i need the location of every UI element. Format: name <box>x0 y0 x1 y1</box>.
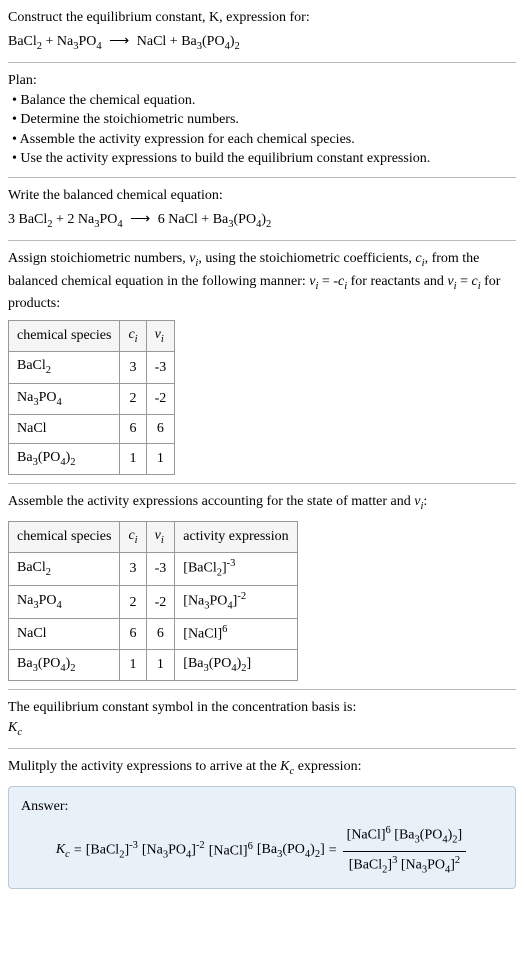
table-row: Na3PO4 2 -2 <box>9 383 175 414</box>
activity-section: Assemble the activity expressions accoun… <box>8 492 516 681</box>
divider <box>8 240 516 241</box>
table-row: NaCl 6 6 [NaCl]6 <box>9 619 298 649</box>
arrow-icon: ⟶ <box>102 34 137 49</box>
balanced-section: Write the balanced chemical equation: 3 … <box>8 186 516 232</box>
arrow-icon: ⟶ <box>123 212 158 227</box>
kc-symbol: Kc <box>8 718 516 740</box>
col-ci: ci <box>120 320 146 351</box>
balanced-equation: 3 BaCl2 + 2 Na3PO4 ⟶ 6 NaCl + Ba3(PO4)2 <box>8 210 516 232</box>
stoich-section: Assign stoichiometric numbers, νi, using… <box>8 249 516 475</box>
plan-bullet-4: • Use the activity expressions to build … <box>8 149 516 169</box>
prompt-line: Construct the equilibrium constant, K, e… <box>8 8 516 28</box>
divider <box>8 177 516 178</box>
symbol-line: The equilibrium constant symbol in the c… <box>8 698 516 718</box>
multiply-section: Mulitply the activity expressions to arr… <box>8 757 516 888</box>
col-ci: ci <box>120 521 146 552</box>
table-row: Ba3(PO4)2 1 1 [Ba3(PO4)2] <box>9 649 298 680</box>
divider <box>8 748 516 749</box>
numerator: [NaCl]6 [Ba3(PO4)2] <box>343 824 467 851</box>
table-header-row: chemical species ci νi activity expressi… <box>9 521 298 552</box>
multiply-line: Mulitply the activity expressions to arr… <box>8 757 516 779</box>
table-row: Ba3(PO4)2 1 1 <box>9 443 175 474</box>
kc-expression: Kc = [BaCl2]-3 [Na3PO4]-2 [NaCl]6 [Ba3(P… <box>21 824 503 877</box>
divider <box>8 689 516 690</box>
prompt-text: Construct the equilibrium constant, K, e… <box>8 10 310 25</box>
answer-box: Answer: Kc = [BaCl2]-3 [Na3PO4]-2 [NaCl]… <box>8 786 516 889</box>
plan-bullet-3: • Assemble the activity expression for e… <box>8 130 516 150</box>
plan-title: Plan: <box>8 71 516 91</box>
stoich-intro: Assign stoichiometric numbers, νi, using… <box>8 249 516 314</box>
col-nui: νi <box>146 521 175 552</box>
plan-section: Plan: • Balance the chemical equation. •… <box>8 71 516 169</box>
activity-table: chemical species ci νi activity expressi… <box>8 521 298 682</box>
header-section: Construct the equilibrium constant, K, e… <box>8 8 516 54</box>
unbalanced-equation: BaCl2 + Na3PO4 ⟶ NaCl + Ba3(PO4)2 <box>8 32 516 54</box>
plan-bullet-1: • Balance the chemical equation. <box>8 91 516 111</box>
col-species: chemical species <box>9 521 120 552</box>
table-row: NaCl 6 6 <box>9 415 175 444</box>
denominator: [BaCl2]3 [Na3PO4]2 <box>345 852 464 878</box>
activity-intro: Assemble the activity expressions accoun… <box>8 492 516 514</box>
fraction: [NaCl]6 [Ba3(PO4)2] [BaCl2]3 [Na3PO4]2 <box>343 824 467 877</box>
symbol-section: The equilibrium constant symbol in the c… <box>8 698 516 740</box>
answer-label: Answer: <box>21 797 503 817</box>
balanced-title: Write the balanced chemical equation: <box>8 186 516 206</box>
stoich-table: chemical species ci νi BaCl2 3 -3 Na3PO4… <box>8 320 175 476</box>
plan-bullet-2: • Determine the stoichiometric numbers. <box>8 110 516 130</box>
col-activity: activity expression <box>175 521 297 552</box>
table-row: BaCl2 3 -3 [BaCl2]-3 <box>9 553 298 586</box>
divider <box>8 62 516 63</box>
col-species: chemical species <box>9 320 120 351</box>
table-row: BaCl2 3 -3 <box>9 352 175 383</box>
divider <box>8 483 516 484</box>
table-header-row: chemical species ci νi <box>9 320 175 351</box>
col-nui: νi <box>146 320 175 351</box>
table-row: Na3PO4 2 -2 [Na3PO4]-2 <box>9 586 298 619</box>
